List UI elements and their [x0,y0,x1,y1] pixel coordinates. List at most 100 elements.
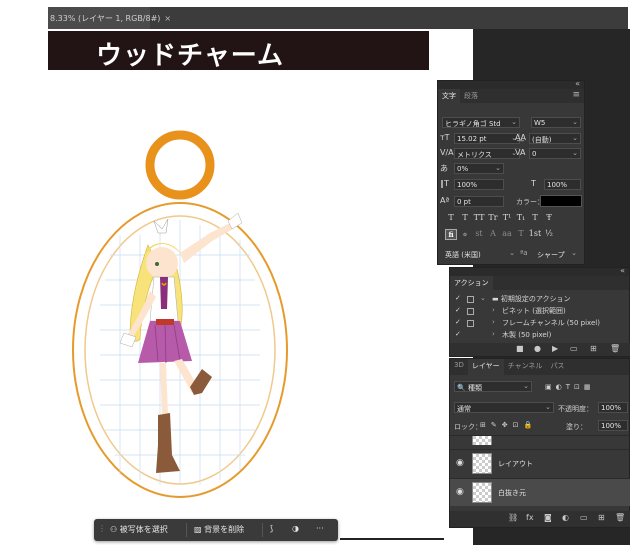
record-icon[interactable]: ● [534,344,541,353]
baseline-shift-field[interactable]: 0 pt [454,196,504,207]
font-style-select[interactable]: W5 ⌄ [531,117,581,128]
mask-icon[interactable]: ◙ [544,513,552,522]
actions-panel-tabs: アクション [450,276,629,290]
swash-button[interactable]: A [486,229,500,240]
document-tab[interactable]: 8.33% (レイヤー 1, RGB/8#) × [48,7,171,29]
antialias-select[interactable]: シャープ ⌄ [534,248,580,259]
blend-mode-select[interactable]: 通常 ⌄ [454,402,554,413]
layers-panel: 3D レイヤー チャンネル パス 🔍 種類 ⌄ ▣◐T⊡▦ 通常 ⌄ 不透明度： 1… [449,358,630,528]
action-row[interactable]: ✓ › フレームチャンネル (50 pixel) [450,318,630,330]
tab-paths[interactable]: パス [546,359,568,375]
adjust-icon[interactable]: ◑ [292,524,299,533]
horizontal-scale-value: 100% [547,181,568,189]
dialog-toggle-icon[interactable] [467,320,474,327]
check-icon[interactable]: ✓ [455,306,461,314]
alternate-button[interactable]: ℴ [458,229,472,240]
small-caps-button[interactable]: Tr [486,213,500,222]
discretionary-ligatures-button[interactable]: st [472,229,486,240]
font-size-icon: ᴛT [440,133,450,142]
select-subject-button[interactable]: ⚇ 被写体を選択 [110,524,168,535]
fill-field[interactable]: 100% [598,420,628,431]
font-family-select[interactable]: ヒラギノ角ゴ Std ⌄ [442,117,520,128]
check-icon[interactable]: ✓ [455,330,461,338]
kerning-select[interactable]: メトリクス ⌄ [454,148,520,159]
check-icon[interactable]: ✓ [455,318,461,326]
chevron-down-icon: ⌄ [545,403,551,411]
superscript-button[interactable]: T¹ [500,213,514,222]
eye-icon[interactable]: ◉ [456,487,464,497]
eye-icon[interactable]: ◉ [456,458,464,468]
trash-icon[interactable]: 🗑 [615,513,625,522]
chevron-right-icon[interactable]: › [492,318,495,326]
action-row[interactable]: ✓ › ビネット (選択範囲) [450,306,630,318]
action-set-row[interactable]: ✓ ⌄ ▬ 初期設定のアクション [450,294,630,306]
chevron-right-icon[interactable]: › [492,330,495,338]
titling-button[interactable]: T [514,229,528,240]
group-folder-icon[interactable]: ▭ [580,513,588,522]
stop-icon[interactable]: ■ [516,344,524,353]
collapse-icon[interactable]: « [575,79,580,88]
new-layer-icon[interactable]: ⊞ [598,513,605,522]
tracking-field[interactable]: 0 ⌄ [529,148,581,159]
panel-menu-icon[interactable]: ≡ [572,90,580,100]
link-icon[interactable]: ⛓ [508,513,518,522]
fractions-button[interactable]: ½ [542,229,556,240]
tab-3d[interactable]: 3D [450,359,468,375]
ordinals-button[interactable]: 1st [528,229,542,240]
tab-character[interactable]: 文字 [438,89,460,103]
adjustment-icon[interactable]: ◐ [562,513,569,522]
vertical-scale-field[interactable]: 100% [454,179,504,190]
chevron-right-icon[interactable]: › [492,306,495,314]
folder-icon[interactable]: ▭ [570,344,578,353]
drag-handle-icon[interactable]: ⋮ [98,524,106,533]
layer-thumbnail [472,482,492,503]
text-color-swatch[interactable] [540,195,582,207]
fill-value: 100% [601,422,622,430]
tab-layers[interactable]: レイヤー [467,359,504,375]
transform-icon[interactable]: ⟆ [270,524,273,533]
vertical-scale-value: 100% [457,181,478,189]
all-caps-button[interactable]: TT [472,213,486,222]
ligatures-button[interactable]: ﬁ [444,229,458,240]
close-tab-icon[interactable]: × [164,14,171,23]
remove-background-button[interactable]: ▨ 背景を削除 [194,524,244,535]
kerning-icon: V/A [440,148,454,157]
play-icon[interactable]: ▶ [552,344,558,353]
faux-bold-button[interactable]: T [444,213,458,222]
opacity-field[interactable]: 100% [598,402,628,413]
wood-charm-artwork [72,130,288,498]
collapse-icon[interactable]: « [620,266,625,275]
stylistic-alternates-button[interactable]: aa [500,229,514,240]
dialog-toggle-icon[interactable] [467,308,474,315]
layer-filter-select[interactable]: 🔍 種類 ⌄ [454,381,532,392]
tab-actions[interactable]: アクション [450,276,493,290]
dialog-toggle-icon[interactable] [467,296,474,303]
layer-row-partial[interactable] [450,435,630,445]
new-action-icon[interactable]: ⊞ [590,344,597,353]
check-icon[interactable]: ✓ [455,294,461,302]
font-size-field[interactable]: 15.02 pt ⌄ [454,133,520,144]
tsume-icon: あ [440,164,448,173]
action-row[interactable]: ✓ › 木製 (50 pixel) [450,330,630,340]
panel-grip[interactable]: « [450,266,629,276]
leading-field[interactable]: (自動) ⌄ [529,133,581,144]
tab-paragraph[interactable]: 段落 [460,89,482,103]
layer-row-selected[interactable]: ◉ 白抜き元 [450,478,630,506]
horizontal-scale-field[interactable]: 100% [544,179,581,190]
panel-grip[interactable]: « [438,79,584,89]
trash-icon[interactable]: 🗑 [610,344,620,353]
layer-row[interactable]: ◉ レイアウト [450,449,630,477]
faux-italic-button[interactable]: T [458,213,472,222]
language-select[interactable]: 英語 (米国) ⌄ [442,248,518,259]
opentype-buttons: ﬁ ℴ st A aa T 1st ½ [444,229,556,240]
lock-icons[interactable]: ⊞✎✥⊡🔒 [480,421,537,429]
strikethrough-button[interactable]: Ŧ [542,213,556,222]
tab-channels[interactable]: チャンネル [504,359,547,375]
filter-type-icons[interactable]: ▣◐T⊡▦ [545,383,594,391]
more-options-button[interactable]: ··· [316,524,324,533]
underline-button[interactable]: T [528,213,542,222]
fx-icon[interactable]: fx [526,513,534,522]
chevron-down-icon[interactable]: ⌄ [480,294,486,302]
tsume-field[interactable]: 0% ⌄ [454,163,504,174]
subscript-button[interactable]: T₁ [514,213,528,222]
